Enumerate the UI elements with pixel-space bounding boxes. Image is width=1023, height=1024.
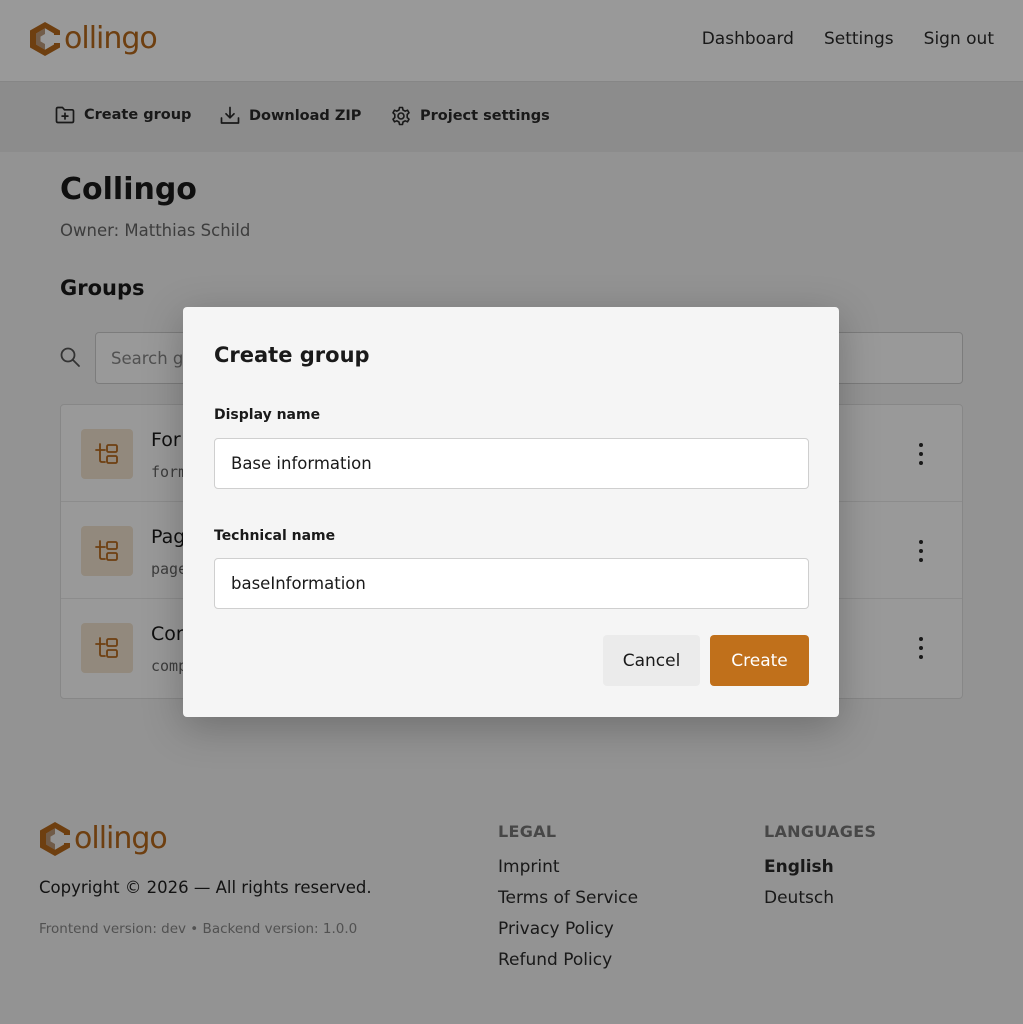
technical-name-input[interactable]: baseInformation — [214, 558, 809, 609]
cancel-button[interactable]: Cancel — [603, 635, 700, 686]
technical-name-value: baseInformation — [231, 574, 366, 593]
display-name-value: Base information — [231, 454, 372, 473]
create-button[interactable]: Create — [710, 635, 809, 686]
dialog-title: Create group — [214, 343, 370, 367]
display-name-label: Display name — [214, 407, 321, 423]
technical-name-label: Technical name — [214, 528, 336, 544]
create-group-dialog: Create group Display name Base informati… — [183, 307, 839, 717]
display-name-input[interactable]: Base information — [214, 438, 809, 489]
